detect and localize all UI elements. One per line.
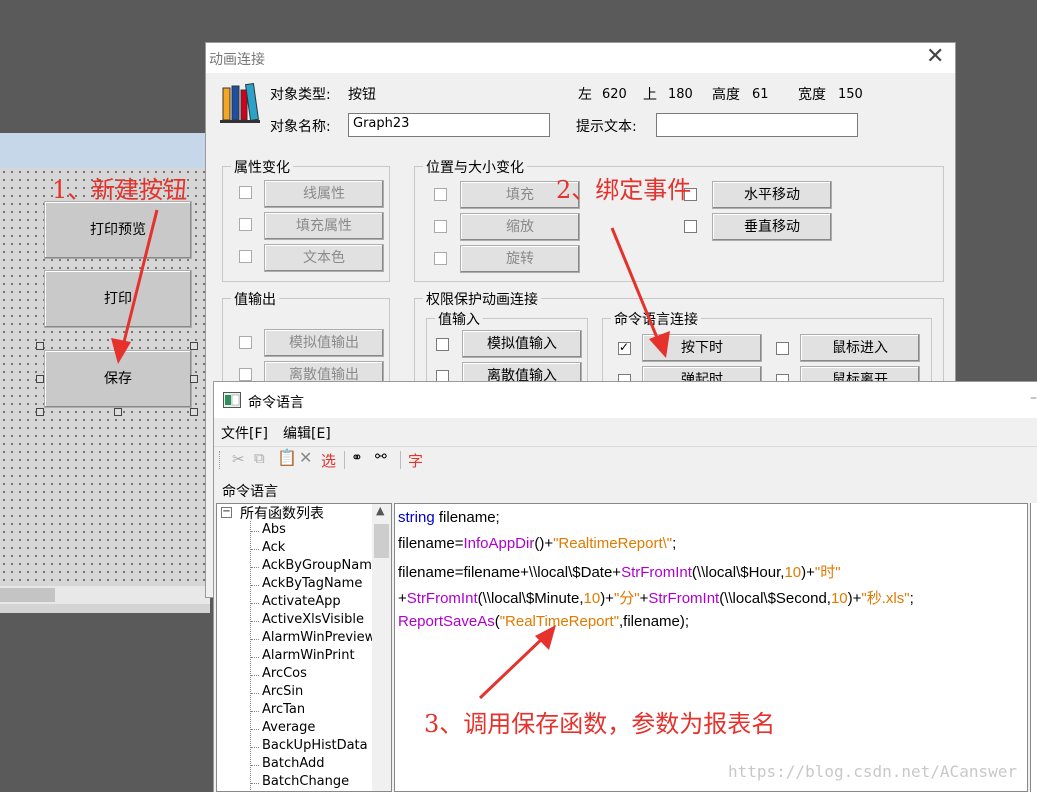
- watermark: https://blog.csdn.net/ACanswer: [728, 762, 1017, 781]
- arrow-3-head: [535, 625, 556, 650]
- annotation-arrows: [111, 209, 670, 700]
- arrow-1: [120, 209, 159, 351]
- arrow-2-head: [649, 331, 670, 358]
- arrow-3: [478, 634, 547, 700]
- arrow-1-head: [111, 338, 131, 364]
- arrow-2: [610, 227, 662, 346]
